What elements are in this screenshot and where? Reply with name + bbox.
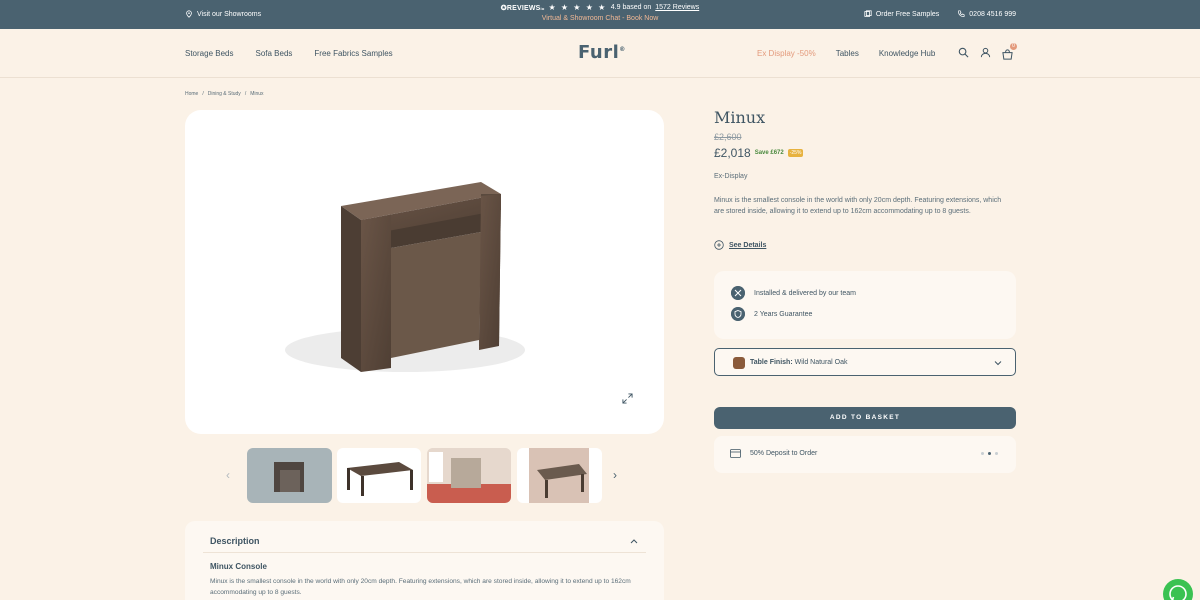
site-logo[interactable]: Furl® [578,42,626,63]
features-card: Installed & delivered by our team 2 Year… [714,271,1016,339]
chevron-up-icon[interactable] [629,536,639,546]
whatsapp-chat-button[interactable] [1163,579,1193,600]
cart-count-badge: 0 [1010,43,1017,50]
main-nav-right: Ex Display -50% Tables Knowledge Hub [757,49,935,58]
feature-delivery-label: Installed & delivered by our team [754,289,856,297]
phone-number: 0208 4516 999 [969,10,1016,18]
deposit-label: 50% Deposit to Order [750,450,818,457]
finish-text: Table Finish: Wild Natural Oak [750,359,848,366]
price-row: £2,018 Save £672 -25% [714,146,804,160]
breadcrumb-separator: / [244,91,247,97]
product-title: Minux [714,108,766,127]
divider [203,552,646,553]
reviews-widget[interactable]: ✪REVIEWSio ★ ★ ★ ★ ★ 4.9 based on 1572 R… [0,3,1200,12]
savings-label: Save £672 [754,150,784,156]
samples-label: Order Free Samples [875,10,940,18]
product-main-image[interactable] [185,110,664,434]
nav-tables[interactable]: Tables [836,49,859,58]
basket-icon [1002,49,1013,60]
breadcrumb-home[interactable]: Home [185,91,198,97]
reviews-link[interactable]: 1572 Reviews [655,4,699,11]
feature-guarantee: 2 Years Guarantee [731,307,812,321]
chat-promo-link[interactable]: Virtual & Showroom Chat - Book Now [0,15,1200,22]
rating-stars: ★ ★ ★ ★ ★ [548,3,607,12]
thumbnail-3[interactable] [427,448,511,503]
search-icon[interactable] [958,47,969,58]
carousel-dots [981,452,998,455]
samples-icon [864,10,872,17]
account-icon[interactable] [980,47,991,58]
see-details-label: See Details [729,241,767,249]
console-table-illustration [285,182,525,372]
thumbnail-1[interactable] [247,448,332,503]
thumbnail-extended-table-image [347,462,413,496]
tools-icon [731,286,745,300]
breadcrumb-dining-study[interactable]: Dining & Study [208,91,241,97]
thumbnail-room-image [427,448,511,503]
announcement-bar: Visit our Showrooms ✪REVIEWSio ★ ★ ★ ★ ★… [0,0,1200,29]
reviews-logo: ✪REVIEWSio [500,4,545,12]
table-finish-select[interactable]: Table Finish: Wild Natural Oak [714,348,1016,376]
description-subtitle: Minux Console [210,562,267,571]
nav-ex-display[interactable]: Ex Display -50% [757,49,816,58]
rating-text: 4.9 based on [610,4,652,11]
plus-circle-icon [714,240,724,250]
cart-button[interactable]: 0 [1002,43,1017,60]
nav-free-samples[interactable]: Free Fabrics Samples [314,49,392,58]
current-price: £2,018 [714,146,751,160]
finish-swatch [733,357,745,369]
see-details-link[interactable]: See Details [714,240,766,250]
breadcrumb-separator: / [202,91,204,97]
condition-label: Ex-Display [714,173,748,180]
deposit-info: 50% Deposit to Order [730,449,817,458]
whatsapp-icon [1169,585,1187,600]
description-accordion: Description Minux Console Minux is the s… [185,521,664,600]
thumbnail-4[interactable] [517,448,602,503]
discount-badge: -25% [787,149,804,157]
carousel-dot[interactable] [995,452,998,455]
description-body: Minux is the smallest console in the wor… [210,578,631,596]
breadcrumb-current: Minux [250,91,264,97]
feature-delivery: Installed & delivered by our team [731,286,856,300]
finish-value: Wild Natural Oak [794,359,848,366]
breadcrumb: Home / Dining & Study / Minux [185,91,264,97]
carousel-dot-active[interactable] [988,452,991,455]
finish-label: Table Finish: [750,359,793,366]
carousel-dot[interactable] [981,452,984,455]
deposit-info-card: 50% Deposit to Order [714,436,1016,473]
original-price: £2,600 [714,132,742,142]
nav-storage-beds[interactable]: Storage Beds [185,49,233,58]
product-short-description: Minux is the smallest console in the wor… [714,197,1002,215]
shield-icon [731,307,745,321]
feature-guarantee-label: 2 Years Guarantee [754,310,813,318]
phone-link[interactable]: 0208 4516 999 [957,10,1016,18]
order-samples-link[interactable]: Order Free Samples [864,10,939,18]
thumbnail-next-arrow[interactable]: › [613,469,623,481]
description-toggle[interactable]: Description [210,536,260,546]
nav-sofa-beds[interactable]: Sofa Beds [255,49,292,58]
thumbnail-console-image [274,462,304,492]
thumbnail-2[interactable] [337,448,421,503]
thumbnail-prev-arrow[interactable]: ‹ [226,469,236,481]
thumbnail-dining-image [529,448,589,503]
add-to-basket-button[interactable]: ADD TO BASKET [714,407,1016,429]
credit-card-icon [730,449,741,458]
expand-icon[interactable] [622,393,633,404]
main-nav-left: Storage Beds Sofa Beds Free Fabrics Samp… [185,49,393,58]
nav-knowledge-hub[interactable]: Knowledge Hub [879,49,935,58]
site-header: Storage Beds Sofa Beds Free Fabrics Samp… [0,29,1200,78]
phone-icon [958,10,965,17]
chevron-down-icon [994,361,1002,366]
